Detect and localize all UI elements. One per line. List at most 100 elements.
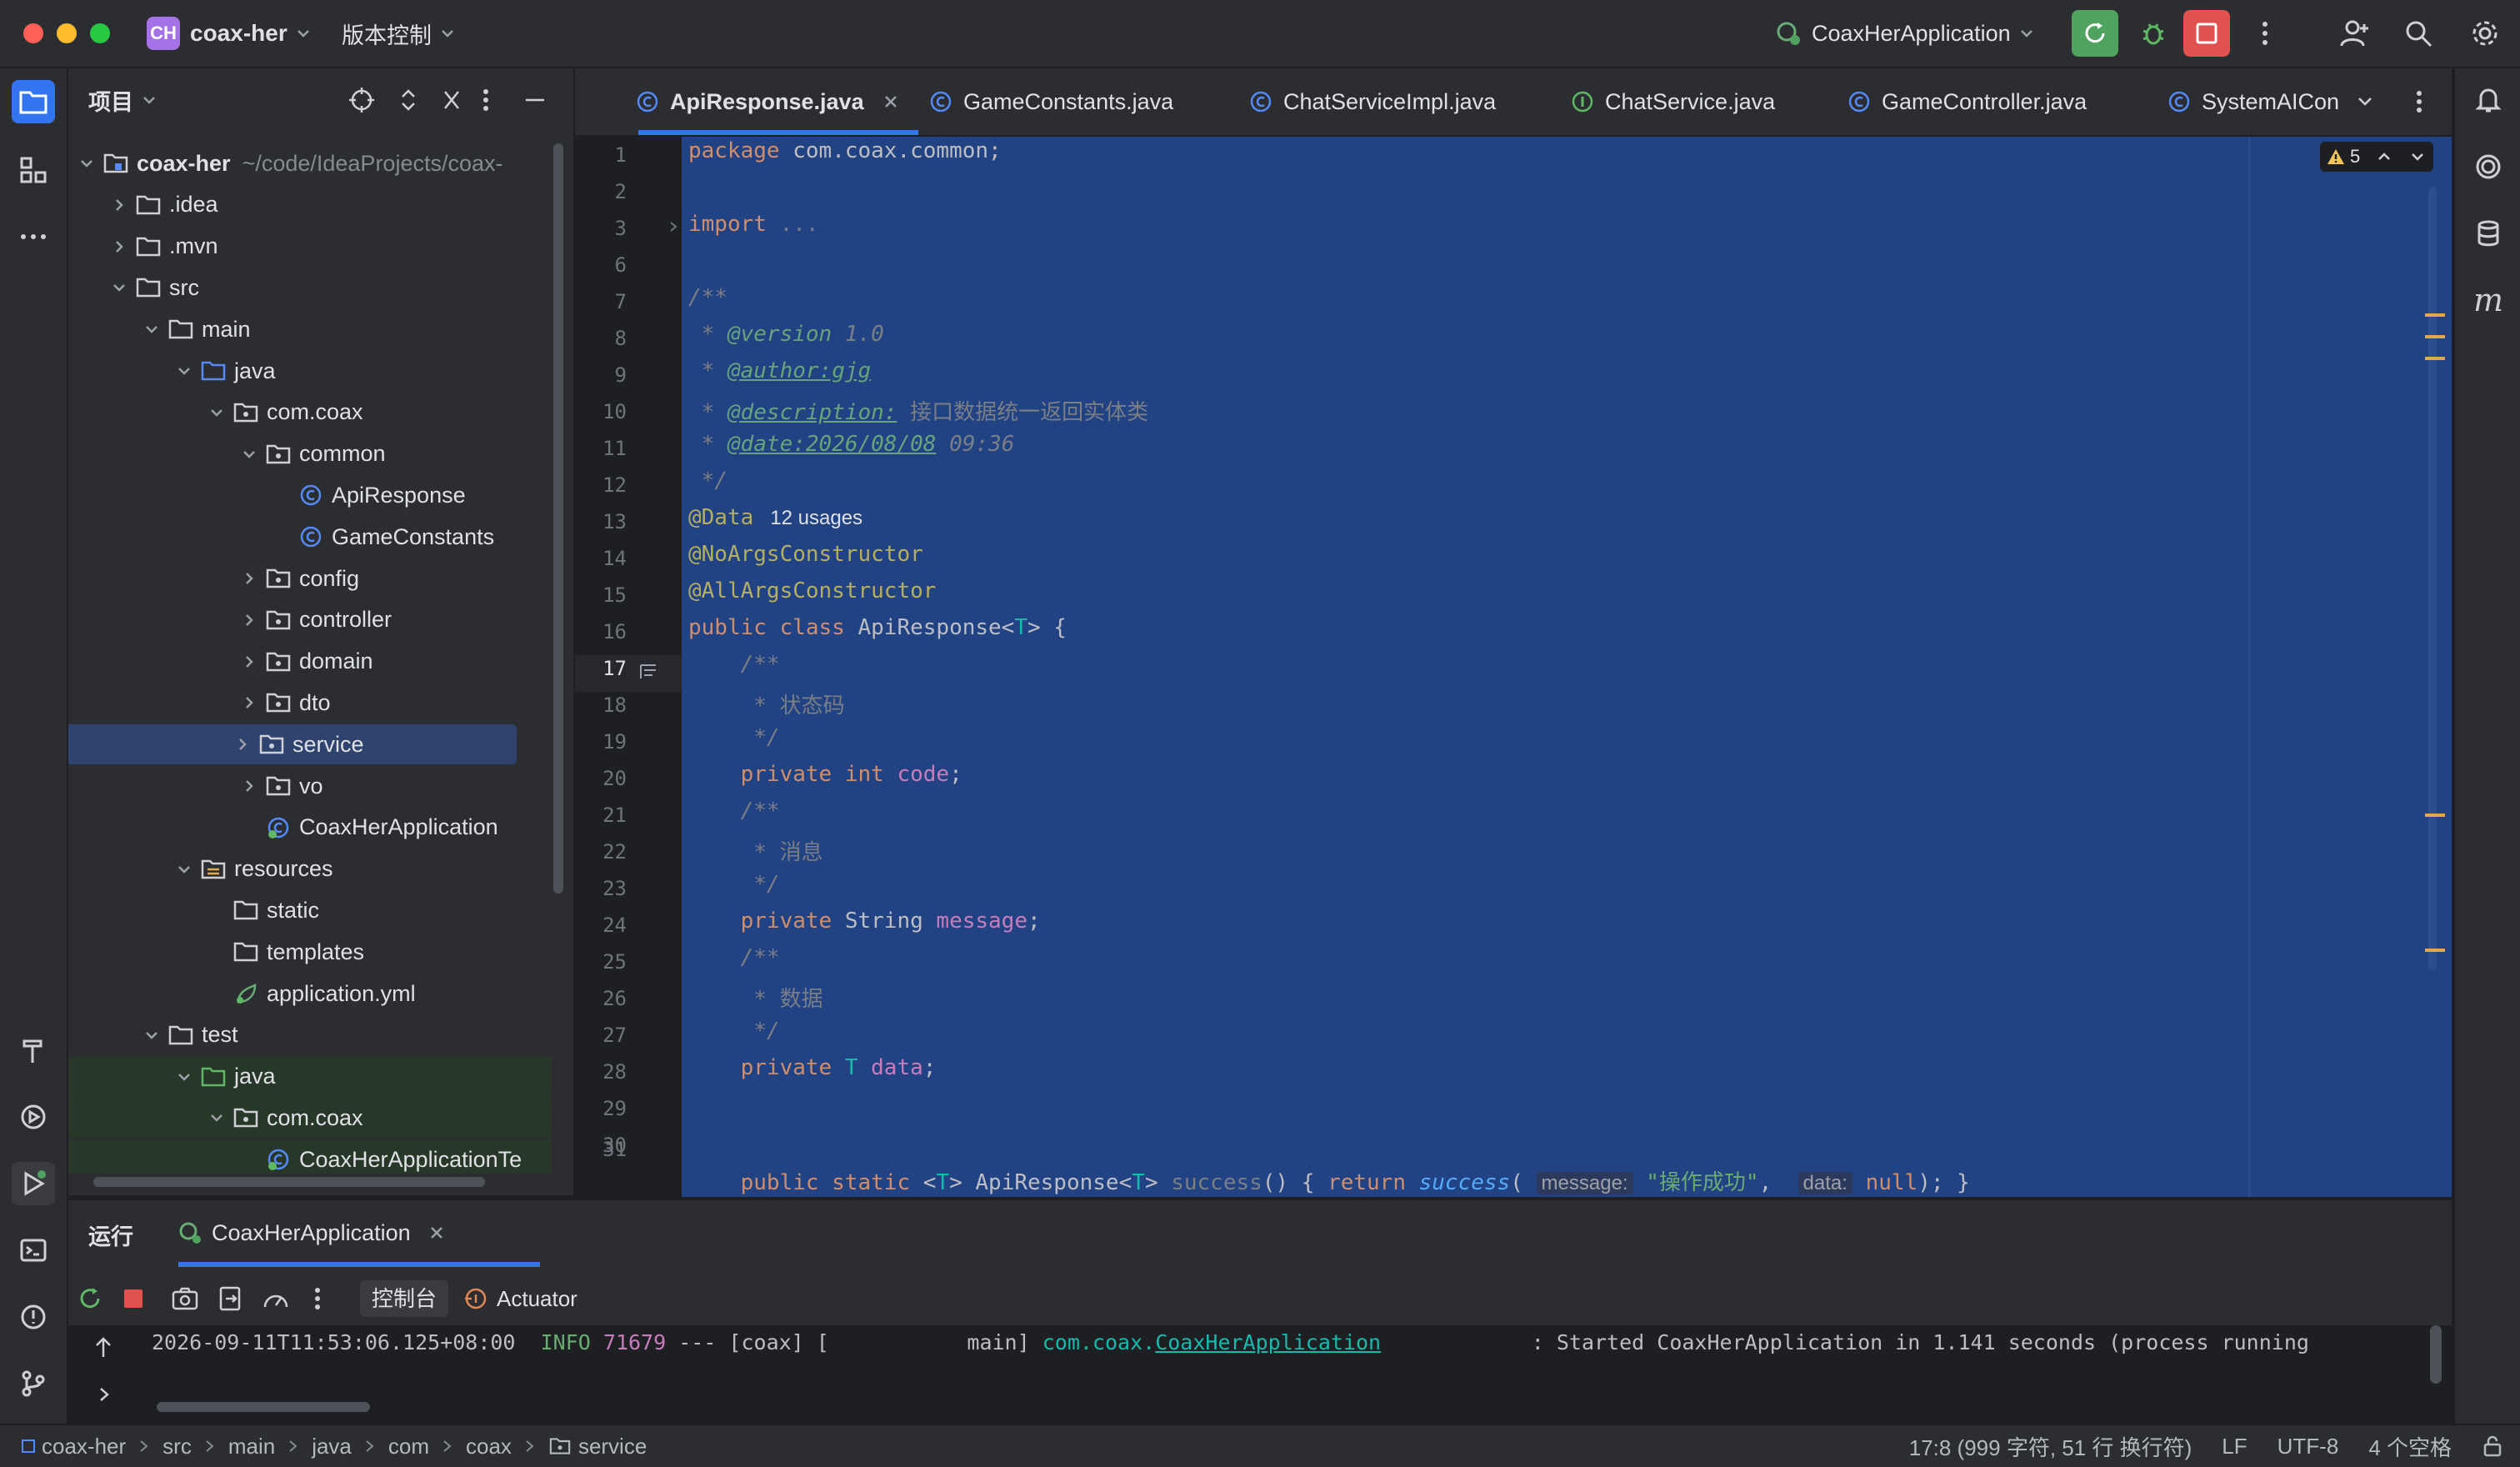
line-number[interactable]: 7 [575,290,627,313]
debug-button[interactable] [2130,10,2177,57]
tree-item-main[interactable]: main [68,309,552,349]
terminal-tool-button[interactable] [12,1229,55,1272]
rerun-button[interactable] [2072,10,2118,57]
stop-button[interactable] [122,1287,145,1310]
line-number[interactable]: 15 [575,583,627,607]
line-number[interactable]: 11 [575,437,627,460]
zoom-window-button[interactable] [90,23,110,43]
line-number[interactable]: 9 [575,363,627,387]
tree-item-application-yml[interactable]: application.yml [68,974,552,1014]
tree-item-service[interactable]: service [68,724,517,765]
stop-button[interactable] [2183,10,2230,57]
breadcrumb-item[interactable]: src [162,1434,192,1459]
tree-horizontal-scrollbar[interactable] [93,1177,485,1187]
usages-hint[interactable]: 12 usages [770,507,862,529]
notifications-button[interactable] [2467,78,2510,122]
line-number[interactable]: 24 [575,914,627,937]
chevron-right-icon[interactable] [111,197,128,213]
chevron-down-icon[interactable] [2408,148,2427,166]
hide-panel-button[interactable] [522,87,548,113]
breadcrumb-item[interactable]: service [578,1434,647,1459]
tab-systemaicon[interactable]: SystemAICon [2168,68,2342,135]
console-horizontal-scrollbar[interactable] [157,1402,370,1412]
services-tool-button[interactable] [12,1095,55,1139]
tree-item-src[interactable]: src [68,268,552,308]
line-separator[interactable]: LF [2222,1434,2247,1459]
breadcrumb-item[interactable]: coax [466,1434,512,1459]
warning-marker[interactable] [2425,313,2445,317]
tab-gameconstants[interactable]: GameConstants.java [930,68,1173,135]
project-tool-button[interactable] [12,80,55,123]
warning-marker[interactable] [2425,949,2445,952]
tree-item-java[interactable]: java [68,1056,552,1097]
line-number[interactable]: 12 [575,473,627,497]
scroll-up-button[interactable] [93,1335,113,1359]
project-badge[interactable]: CH [147,17,180,50]
line-number[interactable]: 10 [575,400,627,423]
database-button[interactable] [2467,212,2510,255]
tree-item-resources[interactable]: resources [68,849,552,889]
chevron-down-icon[interactable] [176,1069,192,1085]
tree-item-gameconstants[interactable]: GameConstants [68,517,552,557]
tree-item-com-coax[interactable]: com.coax [68,393,552,433]
ai-assistant-button[interactable] [2467,145,2510,188]
lock-icon[interactable] [2482,1435,2503,1457]
line-number[interactable]: 19 [575,730,627,754]
warning-marker[interactable] [2425,814,2445,817]
tree-item-com-coax[interactable]: com.coax [68,1098,552,1139]
more-tools-button[interactable] [12,215,55,258]
minimize-window-button[interactable] [57,23,77,43]
tree-item-common[interactable]: common [68,434,552,474]
tree-item-templates[interactable]: templates [68,932,552,972]
tree-item-dto[interactable]: dto [68,683,552,723]
line-number[interactable]: 31 [575,1138,627,1161]
line-number[interactable]: 26 [575,987,627,1010]
console-tab[interactable]: 控制台 [360,1280,449,1317]
structure-tool-button[interactable] [12,148,55,192]
chevron-down-icon[interactable] [176,861,192,878]
warning-marker[interactable] [2425,357,2445,360]
project-view-selector[interactable]: 项目 [88,83,158,117]
indent-setting[interactable]: 4 个空格 [2368,1431,2452,1462]
tab-apiresponse[interactable]: ApiResponse.java [637,68,899,135]
line-number[interactable]: 25 [575,950,627,974]
build-tool-button[interactable] [12,1029,55,1072]
tree-item-vo[interactable]: vo [68,766,552,806]
tree-item-config[interactable]: config [68,558,552,598]
chevron-down-icon[interactable] [208,1109,225,1126]
file-encoding[interactable]: UTF-8 [2278,1434,2339,1459]
chevron-right-icon[interactable] [111,238,128,255]
run-tab[interactable]: CoaxHerApplication [177,1212,444,1254]
line-number[interactable]: 8 [575,327,627,350]
tree-item-static[interactable]: static [68,890,552,930]
breadcrumb-item[interactable]: coax-her [42,1434,126,1459]
more-actions-button[interactable] [2242,10,2288,57]
line-number[interactable]: 16 [575,620,627,643]
run-config-selector[interactable]: CoaxHerApplication [1773,17,2036,50]
line-number[interactable]: 18 [575,693,627,717]
chevron-right-icon[interactable] [241,778,258,794]
chevron-right-icon[interactable] [241,570,258,587]
tree-item-coaxherapplication[interactable]: CoaxHerApplication [68,808,552,848]
line-number[interactable]: 21 [575,804,627,827]
console-vertical-scrollbar[interactable] [2430,1325,2442,1384]
tree-item-idea[interactable]: .idea [68,185,552,225]
line-number[interactable]: 22 [575,840,627,864]
line-number[interactable]: 2 [575,180,627,203]
chevron-right-icon[interactable] [234,736,251,753]
chevron-right-icon[interactable] [241,694,258,711]
collapse-all-button[interactable] [438,87,465,113]
tab-options-button[interactable] [2415,88,2423,115]
expand-all-button[interactable] [395,87,422,113]
line-number[interactable]: 3 [575,217,627,240]
tab-list-button[interactable] [2355,92,2375,112]
rerun-button[interactable] [77,1285,103,1312]
tree-item-java[interactable]: java [68,351,552,391]
vcs-menu[interactable]: 版本控制 [342,17,457,50]
code-editor[interactable]: package com.coax.common; import ... /** … [682,137,2452,1197]
close-icon[interactable] [882,93,899,110]
tree-vertical-scrollbar[interactable] [553,143,563,894]
tree-item-coax-her[interactable]: coax-her ~/code/IdeaProjects/coax- [68,143,552,183]
restore-layout-button[interactable] [218,1285,243,1312]
line-number[interactable]: 6 [575,253,627,277]
